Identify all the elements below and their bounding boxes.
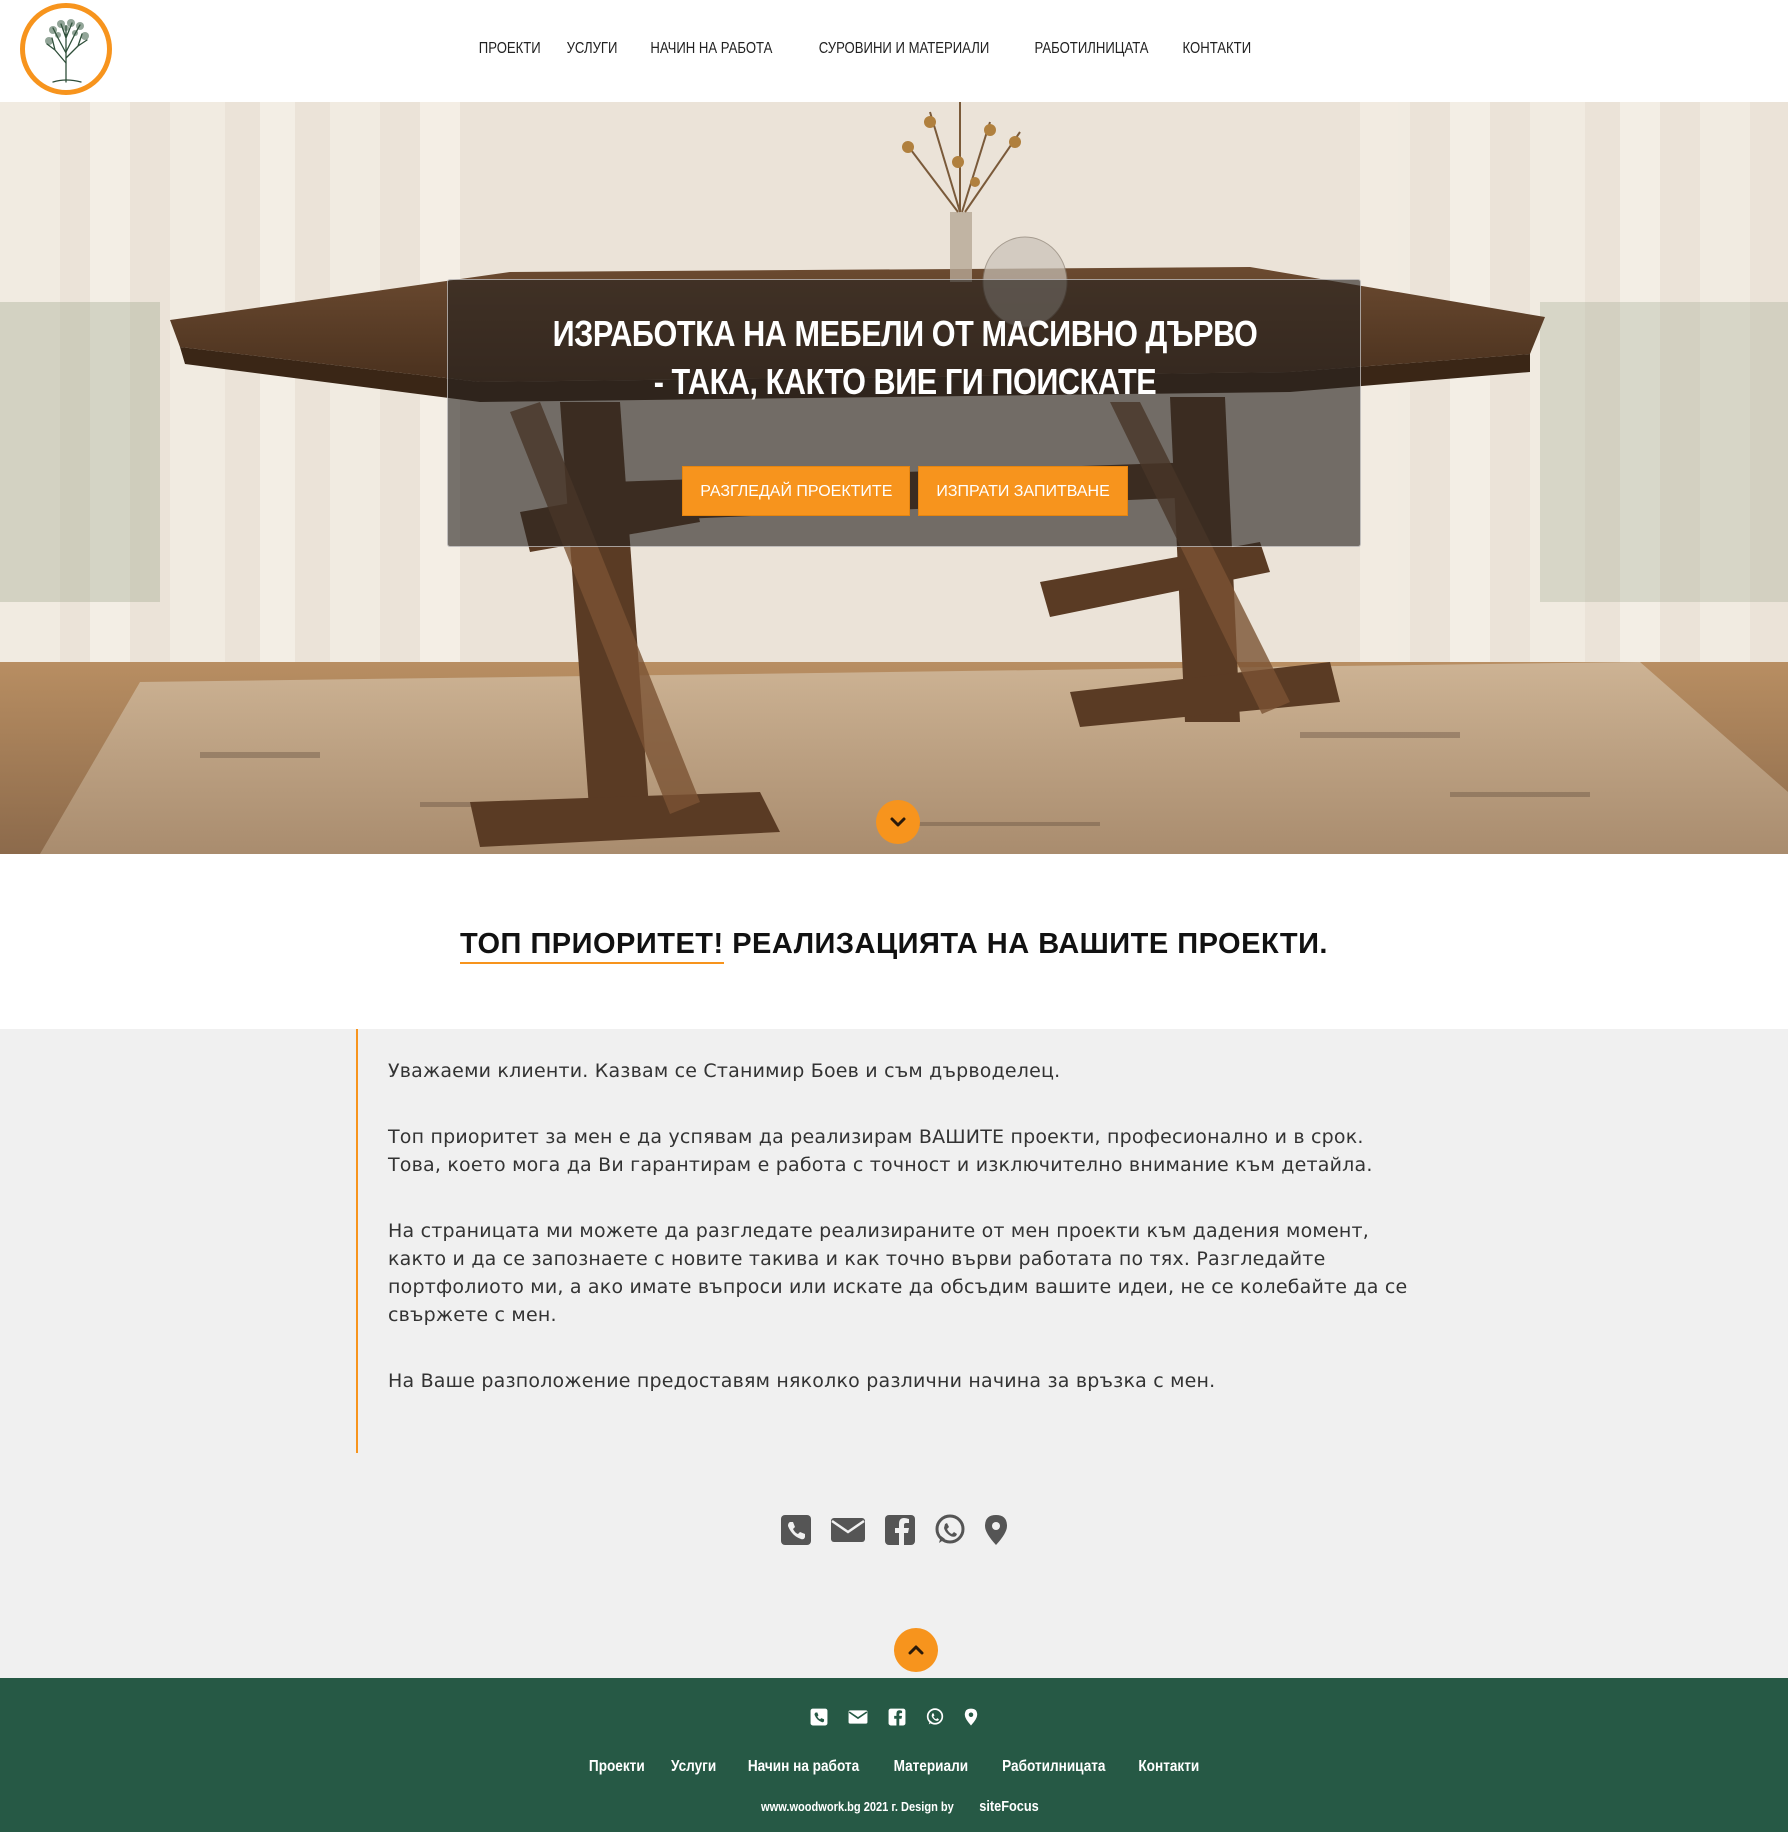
send-inquiry-button[interactable]: ИЗПРАТИ ЗАПИТВАНЕ (918, 466, 1128, 516)
copyright-text: www.woodwork.bg 2021 г. Design by (760, 1799, 954, 1814)
about-paragraph-2: Топ приоритет за мен е да успявам да реа… (388, 1126, 1373, 1176)
about-paragraph-1: Уважаеми клиенти. Казвам се Станимир Бое… (388, 1060, 1061, 1082)
footer-link-workshop[interactable]: Работилницата (1002, 1758, 1105, 1776)
whatsapp-icon[interactable] (934, 1514, 966, 1546)
footer-link-services[interactable]: Услуги (671, 1758, 716, 1776)
hero-title: ИЗРАБОТКА НА МЕБЕЛИ ОТ МАСИВНО ДЪРВО - Т… (552, 313, 1258, 402)
footer-facebook-icon[interactable] (888, 1708, 906, 1726)
chevron-down-icon (890, 817, 906, 827)
chevron-up-icon (908, 1645, 924, 1655)
footer-envelope-icon[interactable] (848, 1709, 868, 1725)
scroll-top-button[interactable] (894, 1628, 938, 1672)
facebook-icon[interactable] (884, 1514, 916, 1546)
nav-item-materials[interactable]: СУРОВИНИ И МАТЕРИАЛИ (819, 40, 990, 58)
map-marker-icon[interactable] (984, 1514, 1008, 1546)
hero-buttons: РАЗГЛЕДАЙ ПРОЕКТИТЕ ИЗПРАТИ ЗАПИТВАНЕ (448, 466, 1362, 516)
phone-icon[interactable] (780, 1514, 812, 1546)
footer-map-marker-icon[interactable] (964, 1708, 978, 1726)
view-projects-button[interactable]: РАЗГЛЕДАЙ ПРОЕКТИТЕ (682, 466, 911, 516)
envelope-icon[interactable] (830, 1516, 866, 1544)
priority-heading: ТОП ПРИОРИТЕТ! РЕАЛИЗАЦИЯТА НА ВАШИТЕ ПР… (460, 928, 1328, 964)
footer-link-work-method[interactable]: Начин на работа (748, 1758, 859, 1776)
footer-contact-icons (0, 1708, 1788, 1726)
priority-heading-rest: РЕАЛИЗАЦИЯТА НА ВАШИТЕ ПРОЕКТИ. (723, 928, 1328, 960)
footer-link-contacts[interactable]: Контакти (1138, 1758, 1199, 1776)
footer-link-materials[interactable]: Материали (894, 1758, 969, 1776)
priority-heading-highlight: ТОП ПРИОРИТЕТ! (460, 928, 724, 964)
site-footer: Проекти Услуги Начин на работа Материали… (0, 1678, 1788, 1832)
about-section: Уважаеми клиенти. Казвам се Станимир Бое… (0, 1029, 1788, 1678)
nav-item-services[interactable]: УСЛУГИ (567, 40, 618, 58)
contact-icons (0, 1514, 1788, 1546)
nav-item-workshop[interactable]: РАБОТИЛНИЦАТА (1034, 40, 1148, 58)
priority-heading-section: ТОП ПРИОРИТЕТ! РЕАЛИЗАЦИЯТА НА ВАШИТЕ ПР… (0, 928, 1788, 964)
footer-phone-icon[interactable] (810, 1708, 828, 1726)
footer-nav: Проекти Услуги Начин на работа Материали… (0, 1758, 1788, 1776)
nav-item-work-method[interactable]: НАЧИН НА РАБОТА (650, 40, 772, 58)
site-header: ПРОЕКТИ УСЛУГИ НАЧИН НА РАБОТА СУРОВИНИ … (0, 0, 1788, 102)
about-quote: Уважаеми клиенти. Казвам се Станимир Бое… (356, 1029, 1416, 1453)
nav-item-contacts[interactable]: КОНТАКТИ (1182, 40, 1251, 58)
nav-item-projects[interactable]: ПРОЕКТИ (478, 40, 540, 58)
footer-copyright: www.woodwork.bg 2021 г. Design by siteFo… (0, 1798, 1788, 1815)
about-paragraph-4: На Ваше разположение предоставям няколко… (388, 1370, 1216, 1392)
hero-banner: ИЗРАБОТКА НА МЕБЕЛИ ОТ МАСИВНО ДЪРВО - Т… (447, 279, 1361, 547)
designer-link[interactable]: siteFocus (979, 1798, 1039, 1815)
scroll-down-button[interactable] (876, 800, 920, 844)
footer-whatsapp-icon[interactable] (926, 1708, 944, 1726)
footer-link-projects[interactable]: Проекти (589, 1758, 645, 1776)
about-paragraph-3: На страницата ми можете да разгледате ре… (388, 1220, 1408, 1326)
main-nav: ПРОЕКТИ УСЛУГИ НАЧИН НА РАБОТА СУРОВИНИ … (0, 40, 1788, 58)
hero-section: ИЗРАБОТКА НА МЕБЕЛИ ОТ МАСИВНО ДЪРВО - Т… (0, 102, 1788, 854)
